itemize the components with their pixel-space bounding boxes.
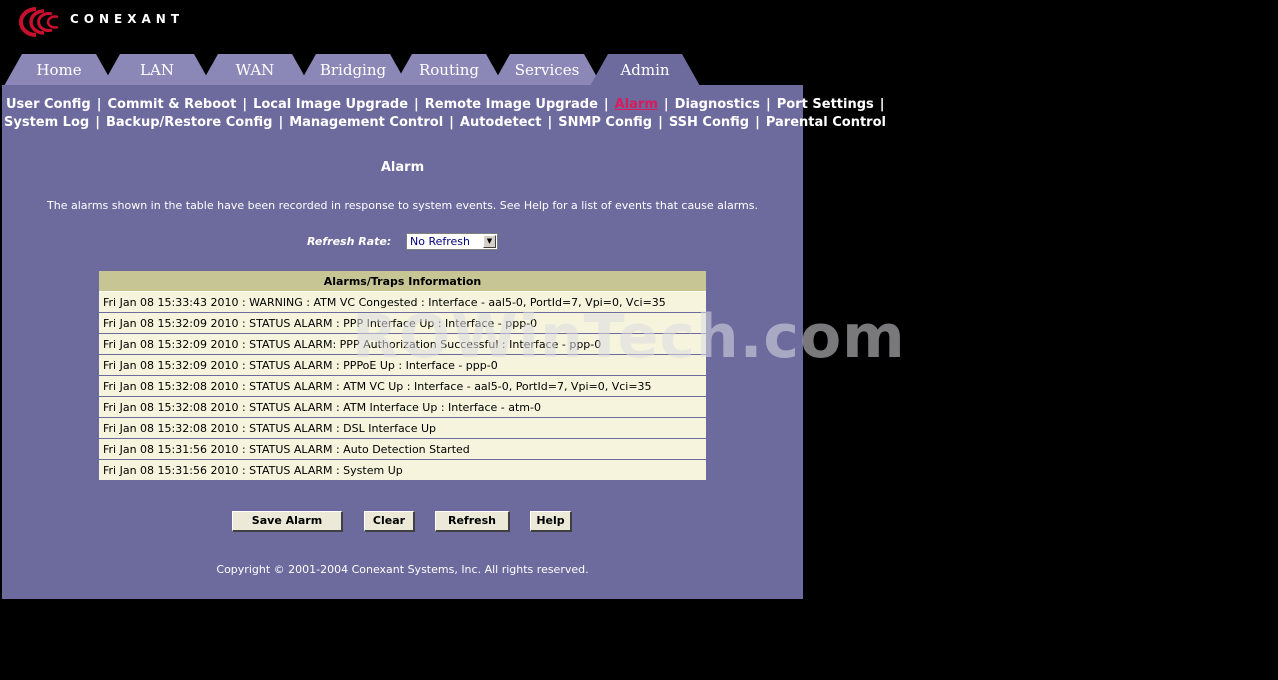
alarm-entry: Fri Jan 08 15:32:08 2010 : STATUS ALARM … xyxy=(99,417,706,439)
alarm-entry: Fri Jan 08 15:31:56 2010 : STATUS ALARM … xyxy=(99,438,706,460)
nav-separator: | xyxy=(766,97,771,112)
subnav-link-local-image-upgrade[interactable]: Local Image Upgrade xyxy=(253,97,408,112)
nav-separator: | xyxy=(547,115,553,130)
subnav-link-diagnostics[interactable]: Diagnostics xyxy=(675,97,760,112)
tab-bridging[interactable]: Bridging xyxy=(298,54,408,86)
tab-wan[interactable]: WAN xyxy=(200,54,310,86)
table-row: Fri Jan 08 15:31:56 2010 : STATUS ALARM … xyxy=(99,459,706,481)
copyright-text: Copyright © 2001-2004 Conexant Systems, … xyxy=(216,563,589,576)
clear-button[interactable]: Clear xyxy=(364,511,415,532)
subnav-row-2: System Log | Backup/Restore Config | Managem… xyxy=(4,115,886,130)
tab-label: WAN xyxy=(235,61,275,79)
refresh-button[interactable]: Refresh xyxy=(435,511,510,532)
subnav-link-backup-restore-config[interactable]: Backup/Restore Config xyxy=(106,115,272,130)
alarm-entry: Fri Jan 08 15:32:08 2010 : STATUS ALARM … xyxy=(99,396,706,418)
tab-label: Services xyxy=(514,61,580,79)
nav-separator: | xyxy=(278,115,284,130)
table-row: Fri Jan 08 15:32:08 2010 : STATUS ALARM … xyxy=(99,396,706,418)
tab-routing[interactable]: Routing xyxy=(394,54,504,86)
refresh-rate-select[interactable]: No Refresh ▼ xyxy=(406,233,498,250)
tab-admin[interactable]: Admin xyxy=(590,54,700,86)
subnav-link-ssh-config[interactable]: SSH Config xyxy=(669,115,749,130)
brand-name: CONEXANT xyxy=(70,12,185,26)
dropdown-arrow-icon[interactable]: ▼ xyxy=(483,235,496,248)
page-description: The alarms shown in the table have been … xyxy=(47,199,758,212)
nav-separator: | xyxy=(658,115,663,130)
table-row: Fri Jan 08 15:32:08 2010 : STATUS ALARM … xyxy=(99,375,706,397)
nav-separator: | xyxy=(414,97,419,112)
tab-label: Bridging xyxy=(319,61,387,79)
nav-separator: | xyxy=(879,97,885,112)
subnav-link-remote-image-upgrade[interactable]: Remote Image Upgrade xyxy=(425,97,598,112)
watermark-text: ROWinTech.com xyxy=(352,302,906,372)
nav-separator: | xyxy=(603,97,609,112)
subnav-link-port-settings[interactable]: Port Settings xyxy=(777,97,874,112)
subnav-link-system-log[interactable]: System Log xyxy=(4,115,89,130)
alarm-entry: Fri Jan 08 15:32:08 2010 : STATUS ALARM … xyxy=(99,375,706,397)
tab-lan[interactable]: LAN xyxy=(102,54,212,86)
subnav-link-user-config[interactable]: User Config xyxy=(6,97,91,112)
nav-separator: | xyxy=(242,97,248,112)
nav-separator: | xyxy=(663,97,669,112)
nav-separator: | xyxy=(755,115,760,130)
nav-separator: | xyxy=(96,97,102,112)
alarm-entry: Fri Jan 08 15:31:56 2010 : STATUS ALARM … xyxy=(99,459,706,481)
nav-separator: | xyxy=(449,115,454,130)
main-tab-bar: Home LAN WAN Bridging Routing Services Admin xyxy=(0,52,810,86)
tab-label: Admin xyxy=(620,61,670,79)
tab-services[interactable]: Services xyxy=(492,54,602,86)
refresh-rate-label: Refresh Rate: xyxy=(307,235,392,248)
subnav-link-alarm[interactable]: Alarm xyxy=(615,97,658,112)
table-row: Fri Jan 08 15:32:08 2010 : STATUS ALARM … xyxy=(99,417,706,439)
tab-home[interactable]: Home xyxy=(4,54,114,86)
table-row: Fri Jan 08 15:31:56 2010 : STATUS ALARM … xyxy=(99,438,706,460)
tab-label: Routing xyxy=(418,61,480,79)
conexant-logo-icon xyxy=(19,7,59,37)
subnav-link-commit-reboot[interactable]: Commit & Reboot xyxy=(107,97,236,112)
tab-label: Home xyxy=(36,61,82,79)
subnav-link-parental-control[interactable]: Parental Control xyxy=(766,115,886,130)
tab-label: LAN xyxy=(140,61,174,79)
subnav-row-1: User Config | Commit & Reboot | Local Image … xyxy=(6,97,891,112)
subnav-link-snmp-config[interactable]: SNMP Config xyxy=(558,115,652,130)
help-button[interactable]: Help xyxy=(530,511,572,532)
subnav-link-autodetect[interactable]: Autodetect xyxy=(460,115,542,130)
save-alarm-button[interactable]: Save Alarm xyxy=(232,511,343,532)
nav-separator: | xyxy=(95,115,100,130)
subnav-link-management-control[interactable]: Management Control xyxy=(289,115,443,130)
page-title: Alarm xyxy=(380,160,425,175)
refresh-rate-value: No Refresh xyxy=(410,235,470,248)
alarm-table-header: Alarms/Traps Information xyxy=(99,271,706,292)
header-bar: CONEXANT xyxy=(2,2,1278,52)
